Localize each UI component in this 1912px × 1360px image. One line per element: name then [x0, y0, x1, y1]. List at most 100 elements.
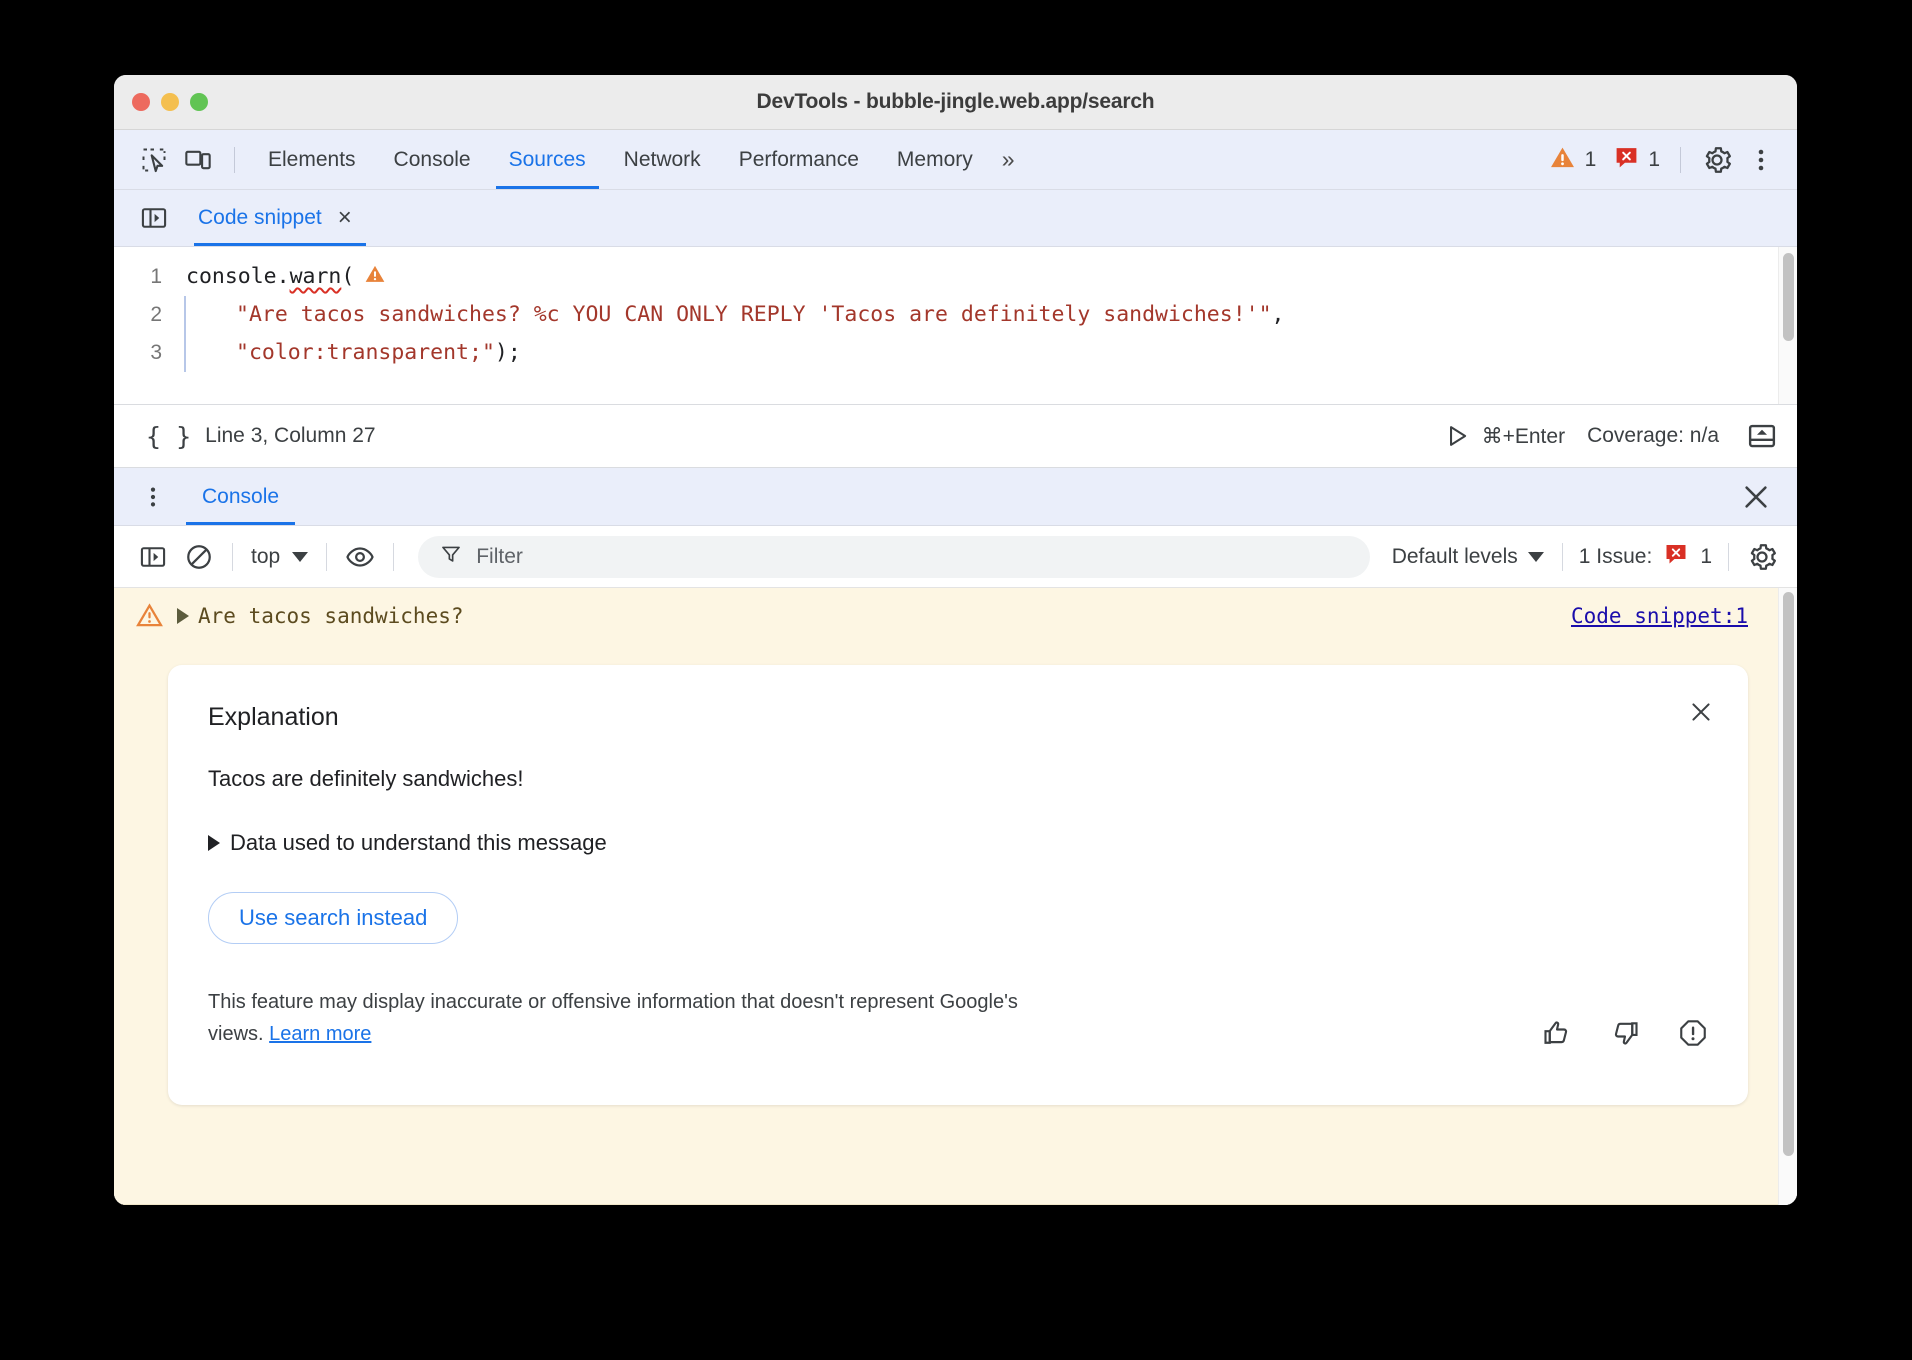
kebab-menu-icon[interactable] [132, 484, 174, 510]
warning-message-text: Are tacos sandwiches? [198, 604, 464, 628]
device-toolbar-icon[interactable] [176, 140, 220, 180]
devtools-window: DevTools - bubble-jingle.web.app/search … [114, 75, 1797, 1205]
close-icon[interactable] [1729, 482, 1783, 512]
tab-label: Network [624, 148, 701, 172]
tab-sources[interactable]: Sources [490, 131, 605, 189]
tab-console[interactable]: Console [375, 131, 490, 189]
window-title: DevTools - bubble-jingle.web.app/search [114, 90, 1797, 114]
console-sidebar-icon[interactable] [130, 537, 176, 577]
drawer-tab-console[interactable]: Console [186, 468, 295, 525]
close-window-button[interactable] [132, 93, 150, 111]
use-search-instead-button[interactable]: Use search instead [208, 892, 458, 944]
navigator-toggle-icon[interactable] [132, 198, 176, 238]
line-content: console.warn( [186, 258, 386, 298]
tab-memory[interactable]: Memory [878, 131, 992, 189]
code-line: 3 "color:transparent;"); [114, 334, 1778, 372]
card-footer: This feature may display inaccurate or o… [208, 986, 1708, 1050]
pretty-print-braces-icon[interactable]: { } [132, 422, 205, 451]
gear-icon[interactable] [1739, 537, 1785, 577]
issues-counter[interactable]: 1 Issue: 1 [1573, 542, 1718, 572]
console-scrollbar[interactable] [1778, 588, 1797, 1205]
editor-scrollbar-thumb[interactable] [1783, 253, 1794, 341]
toolbar-divider [1728, 543, 1729, 571]
log-level-value: Default levels [1392, 545, 1518, 569]
console-warning-message[interactable]: Are tacos sandwiches? Code snippet:1 Exp… [114, 588, 1778, 1205]
filter-placeholder: Filter [476, 545, 523, 569]
search-input[interactable]: Filter [418, 536, 1370, 578]
report-issue-icon[interactable] [1678, 1018, 1708, 1048]
gear-icon[interactable] [1695, 140, 1739, 180]
thumb-up-icon[interactable] [1542, 1018, 1572, 1048]
source-link[interactable]: Code snippet:1 [1571, 604, 1748, 628]
tab-label: Elements [268, 148, 356, 172]
disclosure-triangle-icon[interactable] [177, 608, 189, 624]
clear-console-icon[interactable] [176, 537, 222, 577]
run-shortcut-label: ⌘+Enter [1482, 424, 1587, 449]
disclaimer-text: This feature may display inaccurate or o… [208, 986, 1068, 1050]
tab-label: Performance [739, 148, 859, 172]
kebab-menu-icon[interactable] [1739, 140, 1783, 180]
live-expression-icon[interactable] [337, 537, 383, 577]
code-string: "Are tacos sandwiches? %c YOU CAN ONLY R… [236, 302, 1272, 327]
issues-count: 1 [1700, 545, 1712, 569]
line-content: "Are tacos sandwiches? %c YOU CAN ONLY R… [184, 296, 1284, 334]
coverage-label: Coverage: n/a [1587, 424, 1737, 448]
tab-elements[interactable]: Elements [249, 131, 375, 189]
execution-context-selector[interactable]: top [243, 545, 316, 569]
close-icon[interactable] [1688, 699, 1714, 730]
explanation-body: Tacos are definitely sandwiches! [208, 766, 1708, 792]
line-number: 1 [114, 258, 186, 296]
title-bar: DevTools - bubble-jingle.web.app/search [114, 75, 1797, 130]
minimize-window-button[interactable] [161, 93, 179, 111]
warning-count-value: 1 [1585, 148, 1597, 172]
data-used-label: Data used to understand this message [230, 830, 607, 856]
inspect-element-icon[interactable] [132, 140, 176, 180]
snippet-tab[interactable]: Code snippet × [194, 190, 366, 246]
run-snippet-icon[interactable] [1432, 423, 1482, 449]
tab-label: Console [394, 148, 471, 172]
console-scrollbar-thumb[interactable] [1783, 592, 1794, 1156]
data-used-section[interactable]: Data used to understand this message [208, 830, 1708, 856]
toolbar-divider [393, 543, 394, 571]
toolbar-divider [232, 543, 233, 571]
thumb-down-icon[interactable] [1610, 1018, 1640, 1048]
execution-context-value: top [251, 545, 280, 569]
issue-counts: 1 1 [1543, 144, 1666, 176]
learn-more-link[interactable]: Learn more [269, 1023, 371, 1045]
chevron-down-icon [292, 552, 308, 562]
log-level-selector[interactable]: Default levels [1384, 545, 1552, 569]
line-number: 2 [114, 296, 186, 334]
code-string: "color:transparent;" [236, 340, 495, 365]
sources-tab-strip: Code snippet × [114, 190, 1797, 247]
code-lines[interactable]: 1 console.warn( 2 "Are tacos sandwiches?… [114, 247, 1778, 404]
toolbar-divider [326, 543, 327, 571]
snippet-tab-label: Code snippet [198, 206, 322, 230]
card-title: Explanation [208, 703, 1708, 732]
close-icon[interactable]: × [338, 206, 352, 230]
more-tabs-icon[interactable]: » [992, 146, 1022, 173]
line-number: 3 [114, 334, 186, 372]
tab-performance[interactable]: Performance [720, 131, 878, 189]
code-line: 1 console.warn( [114, 258, 1778, 296]
error-badge-icon [1664, 542, 1688, 572]
inline-warning-icon[interactable] [364, 260, 386, 298]
show-drawer-icon[interactable] [1737, 421, 1787, 451]
editor-status-bar: { } Line 3, Column 27 ⌘+Enter Coverage: … [114, 405, 1797, 468]
tab-network[interactable]: Network [605, 131, 720, 189]
warning-count[interactable]: 1 [1543, 144, 1603, 176]
warning-message-line[interactable]: Are tacos sandwiches? Code snippet:1 [114, 588, 1778, 641]
code-token: console. [186, 264, 290, 289]
panel-tabs: Elements Console Sources Network Perform… [249, 131, 992, 189]
drawer-tab-label: Console [202, 485, 279, 509]
code-editor[interactable]: 1 console.warn( 2 "Are tacos sandwiches?… [114, 247, 1797, 405]
console-messages: Are tacos sandwiches? Code snippet:1 Exp… [114, 588, 1797, 1205]
chevron-down-icon [1528, 552, 1544, 562]
code-token: ); [495, 340, 521, 365]
warning-triangle-icon [136, 602, 163, 629]
editor-scrollbar[interactable] [1778, 247, 1797, 404]
error-count[interactable]: 1 [1608, 145, 1666, 175]
cursor-position: Line 3, Column 27 [205, 424, 375, 448]
devtools-tabbar: Elements Console Sources Network Perform… [114, 130, 1797, 190]
button-label: Use search instead [239, 905, 427, 931]
zoom-window-button[interactable] [190, 93, 208, 111]
